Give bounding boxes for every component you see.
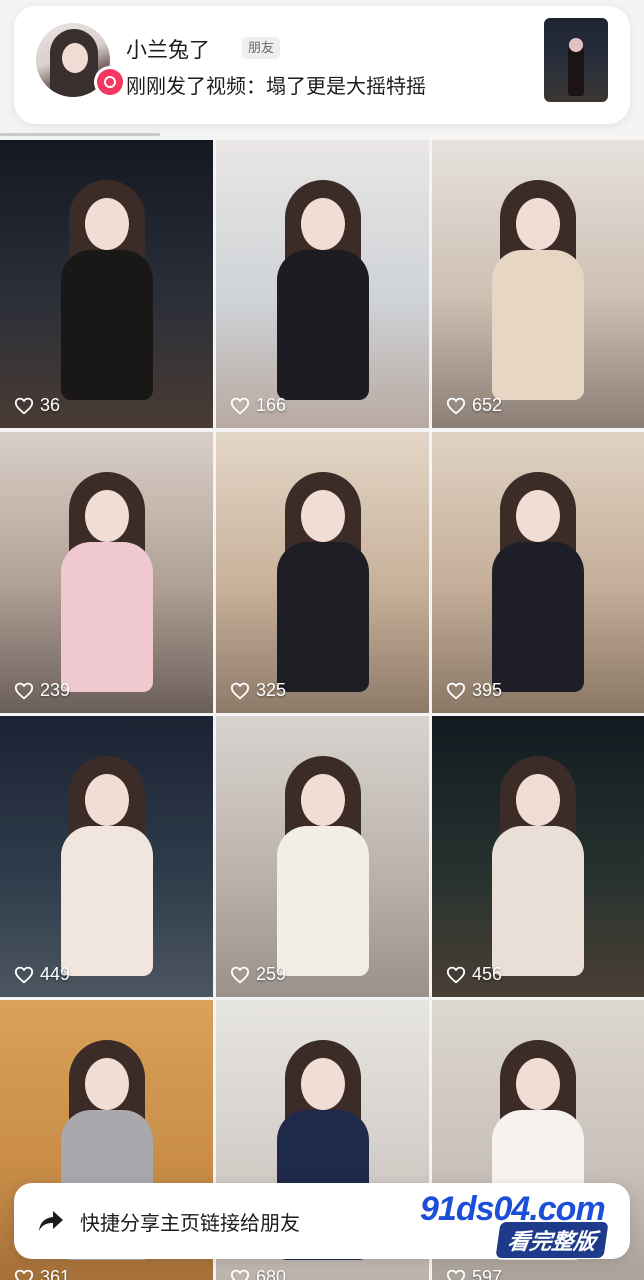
like-count-value: 166 — [256, 395, 287, 415]
heart-icon — [446, 682, 466, 700]
like-count: 680 — [230, 1267, 286, 1280]
like-count: 597 — [446, 1267, 502, 1280]
heart-icon — [230, 682, 250, 700]
like-count-value: 239 — [40, 680, 71, 700]
username: 小兰兔了 — [126, 39, 210, 62]
like-count-value: 395 — [472, 680, 503, 700]
share-label: 快捷分享主页链接给朋友 — [80, 1212, 300, 1235]
like-count-value: 449 — [40, 964, 71, 984]
video-thumbnail[interactable] — [544, 18, 608, 102]
profile-feed-page: 小兰兔了 朋友 刚刚发了视频：塌了更是大摇特摇 36 166 652 239 325 39… — [0, 0, 644, 1280]
like-count-value: 597 — [472, 1267, 503, 1280]
camera-badge-icon — [94, 66, 126, 98]
notification-message: 刚刚发了视频：塌了更是大摇特摇 — [126, 76, 426, 98]
heart-icon — [14, 397, 34, 415]
friend-tag: 朋友 — [242, 37, 281, 59]
video-cell[interactable]: 652 — [432, 140, 644, 428]
like-count-value: 361 — [40, 1267, 71, 1280]
heart-icon — [230, 1269, 250, 1280]
like-count: 239 — [14, 680, 70, 701]
video-cell[interactable]: 259 — [216, 716, 429, 997]
like-count-value: 36 — [40, 395, 61, 415]
like-count-value: 325 — [256, 680, 287, 700]
video-cell[interactable]: 36 — [0, 140, 213, 428]
watermark-logo: 91ds04.com 看完整版 — [420, 1188, 630, 1258]
like-count: 456 — [446, 964, 502, 985]
video-cell[interactable]: 239 — [0, 432, 213, 713]
like-count-value: 259 — [256, 964, 287, 984]
heart-icon — [14, 966, 34, 984]
like-count: 395 — [446, 680, 502, 701]
heart-icon — [14, 682, 34, 700]
heart-icon — [446, 966, 466, 984]
like-count: 259 — [230, 964, 286, 985]
video-cell[interactable]: 325 — [216, 432, 429, 713]
video-cell[interactable]: 449 — [0, 716, 213, 997]
video-cell[interactable]: 395 — [432, 432, 644, 713]
watermark-badge: 看完整版 — [495, 1222, 609, 1258]
heart-icon — [230, 397, 250, 415]
heart-icon — [230, 966, 250, 984]
like-count: 449 — [14, 964, 70, 985]
like-count: 325 — [230, 680, 286, 701]
like-count: 652 — [446, 395, 502, 416]
heart-icon — [14, 1269, 34, 1280]
like-count-value: 680 — [256, 1267, 287, 1280]
heart-icon — [446, 1269, 466, 1280]
like-count: 36 — [14, 395, 60, 416]
like-count-value: 652 — [472, 395, 503, 415]
video-cell[interactable]: 166 — [216, 140, 429, 428]
new-video-notification[interactable]: 小兰兔了 朋友 刚刚发了视频：塌了更是大摇特摇 — [14, 6, 630, 124]
share-arrow-icon — [36, 1206, 66, 1236]
like-count: 361 — [14, 1267, 70, 1280]
scroll-indicator — [0, 133, 160, 136]
video-cell[interactable]: 456 — [432, 716, 644, 997]
heart-icon — [446, 397, 466, 415]
like-count-value: 456 — [472, 964, 503, 984]
like-count: 166 — [230, 395, 286, 416]
